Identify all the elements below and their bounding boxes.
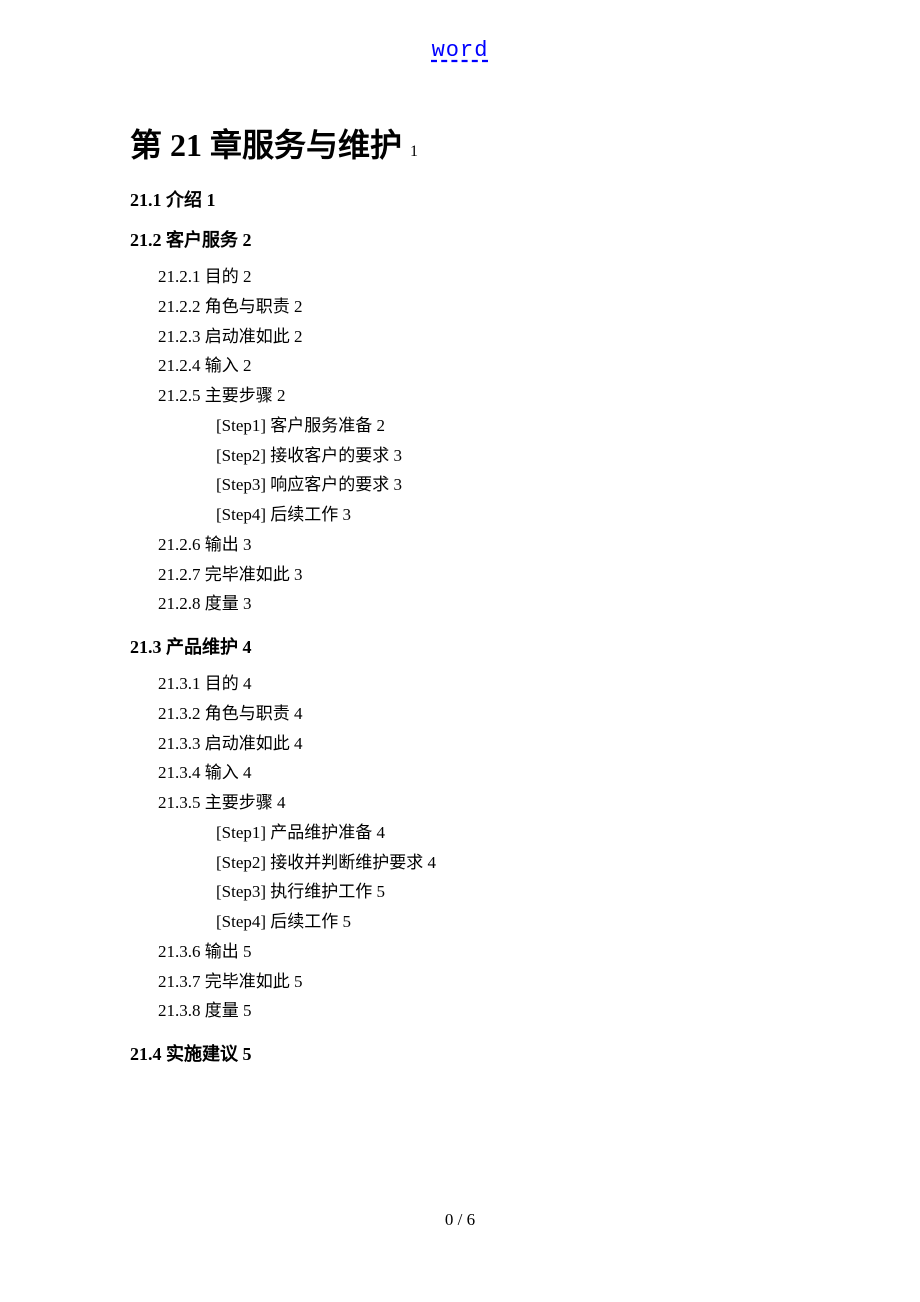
document-content: 第 21 章服务与维护 1 21.1 介绍 1 21.2 客户服务 2 21.2… [130, 120, 790, 1076]
toc-entry: 21.3.2 角色与职责 4 [158, 699, 790, 729]
page-number: 0 / 6 [0, 1210, 920, 1230]
toc-entry: 21.2.3 启动准如此 2 [158, 322, 790, 352]
toc-step: [Step3] 响应客户的要求 3 [216, 470, 790, 500]
toc-step: [Step1] 客户服务准备 2 [216, 411, 790, 441]
section-title-21-3: 21.3 产品维护 4 [130, 633, 790, 659]
toc-step: [Step2] 接收客户的要求 3 [216, 441, 790, 471]
toc-entry: 21.2.8 度量 3 [158, 589, 790, 619]
toc-entry: 21.3.1 目的 4 [158, 669, 790, 699]
toc-entry: 21.2.2 角色与职责 2 [158, 292, 790, 322]
toc-entry: 21.3.6 输出 5 [158, 937, 790, 967]
toc-entry: 21.2.4 输入 2 [158, 351, 790, 381]
toc-entry: 21.2.7 完毕准如此 3 [158, 560, 790, 590]
toc-entry: 21.3.7 完毕准如此 5 [158, 967, 790, 997]
toc-step: [Step4] 后续工作 5 [216, 907, 790, 937]
section-title-21-4: 21.4 实施建议 5 [130, 1040, 790, 1066]
toc-step: [Step4] 后续工作 3 [216, 500, 790, 530]
toc-entry: 21.2.5 主要步骤 2 [158, 381, 790, 411]
toc-entry: 21.2.1 目的 2 [158, 262, 790, 292]
toc-entry: 21.3.3 启动准如此 4 [158, 729, 790, 759]
section-title-21-1: 21.1 介绍 1 [130, 186, 790, 212]
chapter-page-ref: 1 [410, 143, 418, 160]
toc-entry: 21.2.6 输出 3 [158, 530, 790, 560]
toc-step: [Step3] 执行维护工作 5 [216, 877, 790, 907]
toc-entry: 21.3.5 主要步骤 4 [158, 788, 790, 818]
toc-step: [Step1] 产品维护准备 4 [216, 818, 790, 848]
toc-entry: 21.3.8 度量 5 [158, 996, 790, 1026]
toc-entry: 21.3.4 输入 4 [158, 758, 790, 788]
chapter-title: 第 21 章服务与维护 1 [130, 120, 790, 166]
header-link[interactable]: word [0, 38, 920, 63]
toc-step: [Step2] 接收并判断维护要求 4 [216, 848, 790, 878]
section-title-21-2: 21.2 客户服务 2 [130, 226, 790, 252]
chapter-title-text: 第 21 章服务与维护 [130, 127, 402, 163]
